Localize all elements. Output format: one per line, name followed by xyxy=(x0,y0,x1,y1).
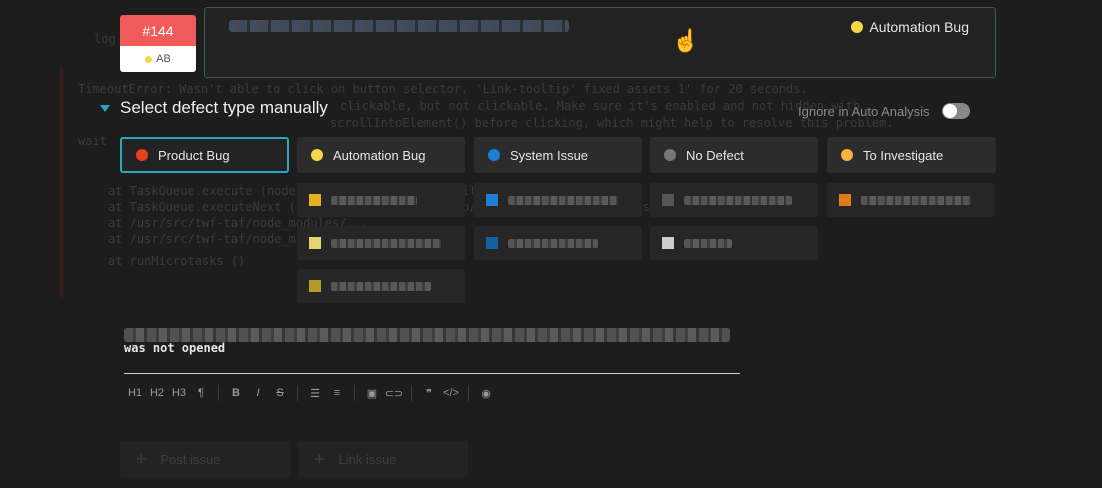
blurred-summary xyxy=(229,20,569,32)
comment-underline xyxy=(124,373,740,374)
ignore-auto-analysis[interactable]: Ignore in Auto Analysis xyxy=(798,103,970,119)
heading1-icon[interactable]: H1 xyxy=(124,387,146,399)
to-investigate-dot-icon xyxy=(841,149,853,161)
badge-code-box: AB xyxy=(120,46,196,72)
subtype-blurred-label xyxy=(508,238,598,248)
subtype-color-icon xyxy=(839,194,851,206)
subtype-color-icon xyxy=(486,237,498,249)
log-line: log xyxy=(94,32,116,46)
log-line: wait xyxy=(78,134,107,148)
italic-icon[interactable]: I xyxy=(247,387,269,399)
bold-icon[interactable]: B xyxy=(225,387,247,399)
paragraph-icon[interactable]: ¶ xyxy=(190,387,212,399)
toolbar-divider xyxy=(411,385,412,401)
comment-visible-text[interactable]: was not opened xyxy=(124,341,225,355)
subtype-blurred-label xyxy=(684,195,792,205)
defect-type-automation-bug[interactable]: Automation Bug xyxy=(297,137,465,173)
subtype-color-icon xyxy=(309,237,321,249)
select-defect-title: Select defect type manually xyxy=(120,98,328,117)
subtype-blurred-label xyxy=(508,195,618,205)
defect-type-label: Automation Bug xyxy=(333,147,426,163)
subtype-item[interactable] xyxy=(297,269,465,303)
strikethrough-icon[interactable]: S xyxy=(269,387,291,399)
subtype-color-icon xyxy=(486,194,498,206)
plus-icon: + xyxy=(314,448,325,469)
markdown-toolbar: H1 H2 H3 ¶ B I S ☰ ≡ ▣ ⊂⊃ ❞ </> ◉ xyxy=(124,383,497,403)
toolbar-divider xyxy=(354,385,355,401)
link-issue-label: Link issue xyxy=(338,451,397,467)
link-icon[interactable]: ⊂⊃ xyxy=(383,387,405,400)
defect-type-label: No Defect xyxy=(686,147,744,163)
subtype-item[interactable] xyxy=(474,183,642,217)
defect-type-label: Product Bug xyxy=(158,147,230,163)
log-level-bar xyxy=(60,66,63,298)
heading2-icon[interactable]: H2 xyxy=(146,387,168,399)
subtype-blurred-label xyxy=(861,195,971,205)
defect-type-no-defect[interactable]: No Defect xyxy=(650,137,818,173)
defect-dot-icon xyxy=(851,21,864,33)
system-issue-dot-icon xyxy=(488,149,500,161)
code-icon[interactable]: </> xyxy=(440,387,462,399)
badge-dot-icon xyxy=(145,55,153,63)
image-icon[interactable]: ▣ xyxy=(361,387,383,400)
post-issue-button[interactable]: + Post issue xyxy=(120,441,290,477)
subtype-blurred-label xyxy=(684,238,732,248)
defect-badge: #144 AB xyxy=(120,15,196,72)
subtype-color-icon xyxy=(662,194,674,206)
ignore-label: Ignore in Auto Analysis xyxy=(798,103,930,119)
hand-cursor-icon: ☝ xyxy=(672,28,700,53)
subtype-item[interactable] xyxy=(474,226,642,260)
defect-type-label: System Issue xyxy=(510,147,589,163)
bullet-list-icon[interactable]: ☰ xyxy=(304,387,326,400)
subtype-item[interactable] xyxy=(297,183,465,217)
subtype-item[interactable] xyxy=(827,183,995,217)
subtype-item[interactable] xyxy=(650,226,818,260)
subtype-color-icon xyxy=(309,280,321,292)
current-defect-type: Automation Bug xyxy=(851,19,969,35)
toolbar-divider xyxy=(297,385,298,401)
badge-code: AB xyxy=(156,53,171,65)
subtype-item[interactable] xyxy=(297,226,465,260)
subtype-blurred-label xyxy=(331,238,441,248)
defect-type-label: To Investigate xyxy=(863,147,944,163)
quote-icon[interactable]: ❞ xyxy=(418,387,440,400)
log-line: clickable, but not clickable. Make sure … xyxy=(340,99,861,113)
subtype-color-icon xyxy=(662,237,674,249)
select-defect-header[interactable]: Select defect type manually xyxy=(100,98,328,118)
post-issue-label: Post issue xyxy=(160,451,221,467)
collapse-triangle-icon[interactable] xyxy=(100,104,110,112)
defect-type-product-bug[interactable]: Product Bug xyxy=(120,137,289,173)
defect-summary-box[interactable]: Automation Bug xyxy=(204,7,996,78)
log-line: at runMicrotasks () xyxy=(108,254,246,268)
plus-icon: + xyxy=(136,448,147,469)
toolbar-divider xyxy=(218,385,219,401)
toolbar-divider xyxy=(468,385,469,401)
preview-eye-icon[interactable]: ◉ xyxy=(475,387,497,400)
comment-blurred-text xyxy=(124,328,730,342)
defect-type-to-investigate[interactable]: To Investigate xyxy=(827,137,996,173)
subtype-color-icon xyxy=(309,194,321,206)
link-issue-button[interactable]: + Link issue xyxy=(298,441,468,477)
product-bug-dot-icon xyxy=(136,149,148,161)
numbered-list-icon[interactable]: ≡ xyxy=(326,387,348,399)
subtype-item[interactable] xyxy=(650,183,818,217)
badge-number: #144 xyxy=(120,15,196,46)
subtype-blurred-label xyxy=(331,281,431,291)
heading3-icon[interactable]: H3 xyxy=(168,387,190,399)
subtype-blurred-label xyxy=(331,195,417,205)
current-defect-label: Automation Bug xyxy=(869,19,969,35)
defect-type-system-issue[interactable]: System Issue xyxy=(474,137,642,173)
no-defect-dot-icon xyxy=(664,149,676,161)
ignore-toggle[interactable] xyxy=(941,103,970,119)
automation-bug-dot-icon xyxy=(311,149,323,161)
log-line: TimeoutError: Wasn't able to click on bu… xyxy=(78,82,808,96)
